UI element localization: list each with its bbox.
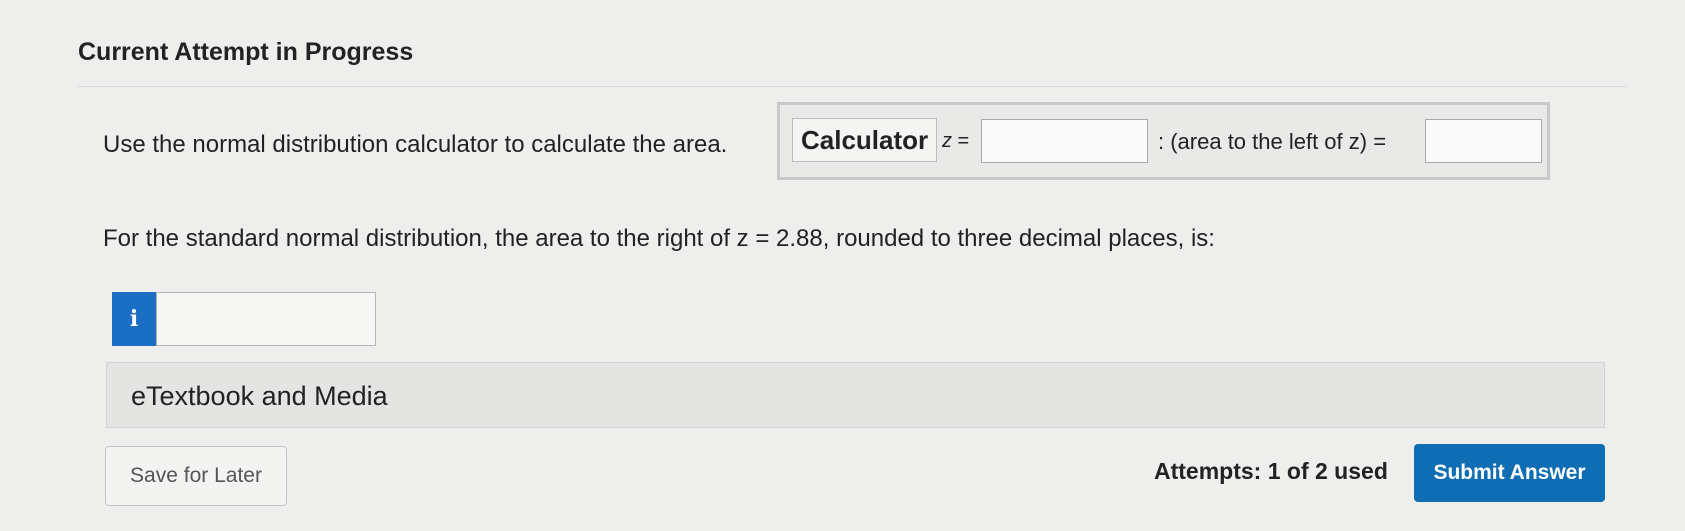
question-prompt: For the standard normal distribution, th… (103, 225, 1215, 252)
page-title: Current Attempt in Progress (78, 38, 414, 66)
area-value-input[interactable] (1425, 119, 1542, 163)
submit-answer-button[interactable]: Submit Answer (1414, 444, 1605, 502)
info-icon[interactable]: i (112, 292, 156, 346)
header-divider (78, 86, 1627, 87)
calculator-panel: Calculator z = : (area to the left of z)… (777, 102, 1550, 180)
calculator-button[interactable]: Calculator (792, 118, 938, 162)
attempts-counter: Attempts: 1 of 2 used (1154, 458, 1388, 484)
answer-field-group: i (112, 292, 376, 346)
question-instruction: Use the normal distribution calculator t… (103, 131, 728, 158)
z-variable: z (942, 130, 952, 152)
etextbook-media-label: eTextbook and Media (131, 381, 388, 411)
assignment-page: Current Attempt in Progress Use the norm… (0, 0, 1685, 531)
z-value-input[interactable] (981, 119, 1148, 163)
etextbook-media-panel[interactable]: eTextbook and Media (106, 362, 1605, 428)
z-equals: = (952, 130, 970, 152)
z-label: z = (942, 130, 969, 153)
save-for-later-button[interactable]: Save for Later (105, 446, 287, 506)
area-left-label: : (area to the left of z) = (1158, 129, 1387, 154)
answer-input[interactable] (156, 292, 376, 346)
